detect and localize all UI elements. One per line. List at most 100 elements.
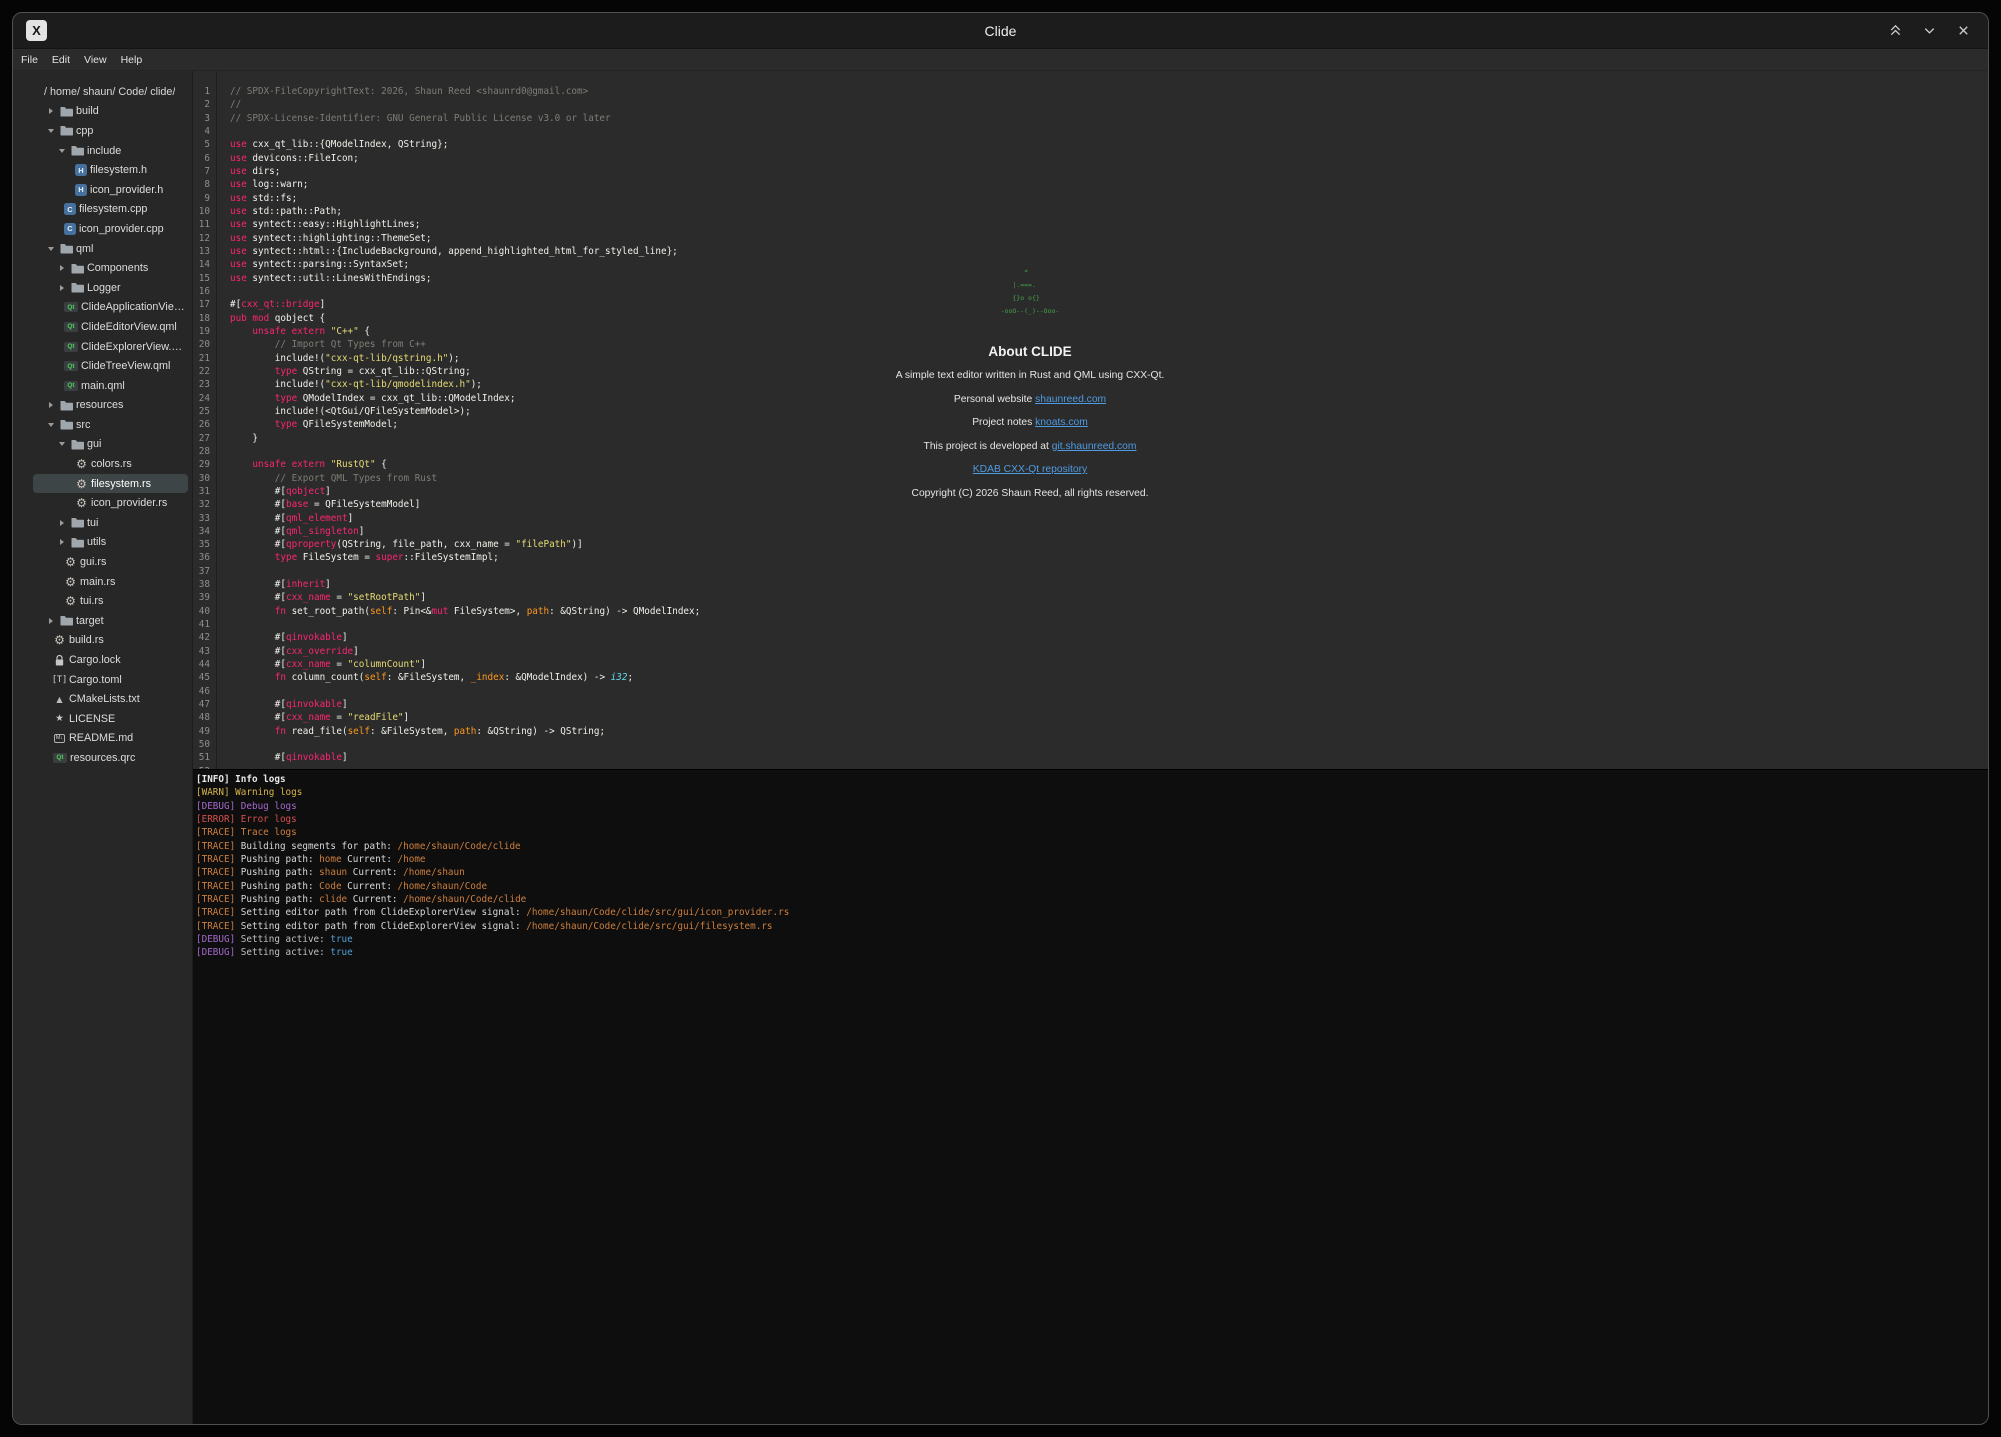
tree-item-gui[interactable]: gui xyxy=(33,435,188,455)
chevron-right-icon[interactable] xyxy=(58,539,71,545)
chevron-right-icon[interactable] xyxy=(58,520,71,526)
code-line: #[qml_element] xyxy=(230,512,1988,525)
close-button[interactable] xyxy=(1955,22,1972,39)
file-tree: buildcpp include Hfilesystem.hHicon_provid… xyxy=(13,102,192,768)
folder-icon xyxy=(71,262,84,275)
tree-item-qml[interactable]: qml xyxy=(33,239,188,259)
menu-item-view[interactable]: View xyxy=(78,52,113,68)
chevron-right-icon[interactable] xyxy=(47,402,60,408)
tree-item-ClideEditorView.qml[interactable]: QtClideEditorView.qml xyxy=(33,317,188,337)
link-kdab-cxx-qt-repository[interactable]: KDAB CXX-Qt repository xyxy=(973,464,1087,475)
code-line: use syntect::html::{IncludeBackground, a… xyxy=(230,245,1988,258)
line-number: 8 xyxy=(193,178,210,191)
code-line: use devicons::FileIcon; xyxy=(230,152,1988,165)
tree-item-gui.rs[interactable]: ⚙gui.rs xyxy=(33,552,188,572)
minimize-button[interactable] xyxy=(1921,22,1938,39)
chevron-down-icon[interactable] xyxy=(47,423,60,427)
tree-item-Cargo.toml[interactable]: [T]Cargo.toml xyxy=(33,670,188,690)
folder-icon xyxy=(60,124,73,137)
tree-item-label: main.qml xyxy=(81,380,125,392)
tree-item-ClideExplorerView.qml[interactable]: QtClideExplorerView.qml xyxy=(33,337,188,357)
rust-file-icon: ⚙ xyxy=(75,477,88,490)
tree-item-icon_provider.h[interactable]: Hicon_provider.h xyxy=(33,180,188,200)
tree-item-target[interactable]: target xyxy=(33,611,188,631)
cmake-file-icon: ▲ xyxy=(53,693,66,706)
code-editor[interactable]: 1234567891011121314151617181920212223242… xyxy=(193,71,1988,769)
tree-item-label: tui.rs xyxy=(80,595,103,607)
project-root-path: / home/ shaun/ Code/ clide/ xyxy=(44,86,175,98)
code-line: use syntect::highlighting::ThemeSet; xyxy=(230,232,1988,245)
tree-item-resources[interactable]: resources xyxy=(33,396,188,416)
menu-item-help[interactable]: Help xyxy=(115,52,149,68)
line-number: 10 xyxy=(193,205,210,218)
tree-item-filesystem.cpp[interactable]: Cfilesystem.cpp xyxy=(33,200,188,220)
chevron-down-icon[interactable] xyxy=(47,129,60,133)
tree-item-build[interactable]: build xyxy=(33,102,188,122)
tree-item-main.qml[interactable]: Qtmain.qml xyxy=(33,376,188,396)
link-shaunreed.com[interactable]: shaunreed.com xyxy=(1035,394,1106,405)
tree-item-src[interactable]: src xyxy=(33,415,188,435)
app-icon: X xyxy=(26,20,47,41)
link-git.shaunreed.com[interactable]: git.shaunreed.com xyxy=(1052,441,1137,452)
tree-item-CMakeLists.txt[interactable]: ▲CMakeLists.txt xyxy=(33,689,188,709)
link-knoats.com[interactable]: knoats.com xyxy=(1035,417,1088,428)
tree-item-include[interactable]: include xyxy=(33,141,188,161)
tree-item-Components[interactable]: Components xyxy=(33,258,188,278)
code-line: #[inherit] xyxy=(230,578,1988,591)
chevron-right-icon[interactable] xyxy=(47,618,60,624)
tree-item-Logger[interactable]: Logger xyxy=(33,278,188,298)
tree-item-resources.qrc[interactable]: Qtresources.qrc xyxy=(33,748,188,768)
tree-item-icon_provider.rs[interactable]: ⚙icon_provider.rs xyxy=(33,493,188,513)
code-line: use std::path::Path; xyxy=(230,205,1988,218)
line-number: 22 xyxy=(193,365,210,378)
chevron-right-icon[interactable] xyxy=(47,108,60,114)
chevron-right-icon[interactable] xyxy=(58,265,71,271)
tree-item-label: CMakeLists.txt xyxy=(69,693,140,705)
line-number: 50 xyxy=(193,738,210,751)
code-line: fn read_file(self: &FileSystem, path: &Q… xyxy=(230,725,1988,738)
chevron-down-icon[interactable] xyxy=(58,442,71,446)
chevron-right-icon[interactable] xyxy=(58,285,71,291)
chevron-down-icon[interactable] xyxy=(58,149,71,153)
titlebar[interactable]: X Clide xyxy=(13,13,1988,49)
log-line: [TRACE] Setting editor path from ClideEx… xyxy=(196,906,1988,919)
tree-item-icon_provider.cpp[interactable]: Cicon_provider.cpp xyxy=(33,219,188,239)
tree-item-ClideTreeView.qml[interactable]: QtClideTreeView.qml xyxy=(33,356,188,376)
about-text: This project is developed at xyxy=(924,441,1052,452)
tree-item-filesystem.h[interactable]: Hfilesystem.h xyxy=(33,160,188,180)
tree-item-ClideApplicationView.qml[interactable]: QtClideApplicationView.qml xyxy=(33,298,188,318)
line-number: 36 xyxy=(193,551,210,564)
tree-item-LICENSE[interactable]: ★LICENSE xyxy=(33,709,188,729)
tree-item-label: include xyxy=(87,145,121,157)
code-line xyxy=(230,738,1988,751)
shade-button[interactable] xyxy=(1887,22,1904,39)
tree-item-README.md[interactable]: M↓README.md xyxy=(33,729,188,749)
tree-item-utils[interactable]: utils xyxy=(33,533,188,553)
line-number: 3 xyxy=(193,112,210,125)
log-panel[interactable]: [INFO] Info logs[WARN] Warning logs[DEBU… xyxy=(193,769,1988,1424)
tree-item-filesystem.rs[interactable]: ⚙filesystem.rs xyxy=(33,474,188,494)
folder-icon xyxy=(71,281,84,294)
menu-item-edit[interactable]: Edit xyxy=(46,52,76,68)
chevron-down-icon[interactable] xyxy=(47,247,60,251)
rust-file-icon: ⚙ xyxy=(75,497,88,510)
tree-item-colors.rs[interactable]: ⚙colors.rs xyxy=(33,454,188,474)
line-number: 31 xyxy=(193,485,210,498)
tree-item-cpp[interactable]: cpp xyxy=(33,121,188,141)
tree-item-tui[interactable]: tui xyxy=(33,513,188,533)
menu-item-file[interactable]: File xyxy=(15,52,44,68)
tree-item-Cargo.lock[interactable]: Cargo.lock xyxy=(33,650,188,670)
line-number: 39 xyxy=(193,591,210,604)
window-title: Clide xyxy=(13,23,1988,39)
clide-window: X Clide FileEditViewHelp / home/ shaun/ … xyxy=(12,12,1989,1425)
line-number: 16 xyxy=(193,285,210,298)
line-number: 41 xyxy=(193,618,210,631)
tree-item-build.rs[interactable]: ⚙build.rs xyxy=(33,631,188,651)
line-number: 48 xyxy=(193,711,210,724)
tree-item-label: gui.rs xyxy=(80,556,106,568)
tree-item-tui.rs[interactable]: ⚙tui.rs xyxy=(33,591,188,611)
folder-icon xyxy=(60,105,73,118)
line-number: 21 xyxy=(193,352,210,365)
folder-icon xyxy=(71,438,84,451)
tree-item-main.rs[interactable]: ⚙main.rs xyxy=(33,572,188,592)
